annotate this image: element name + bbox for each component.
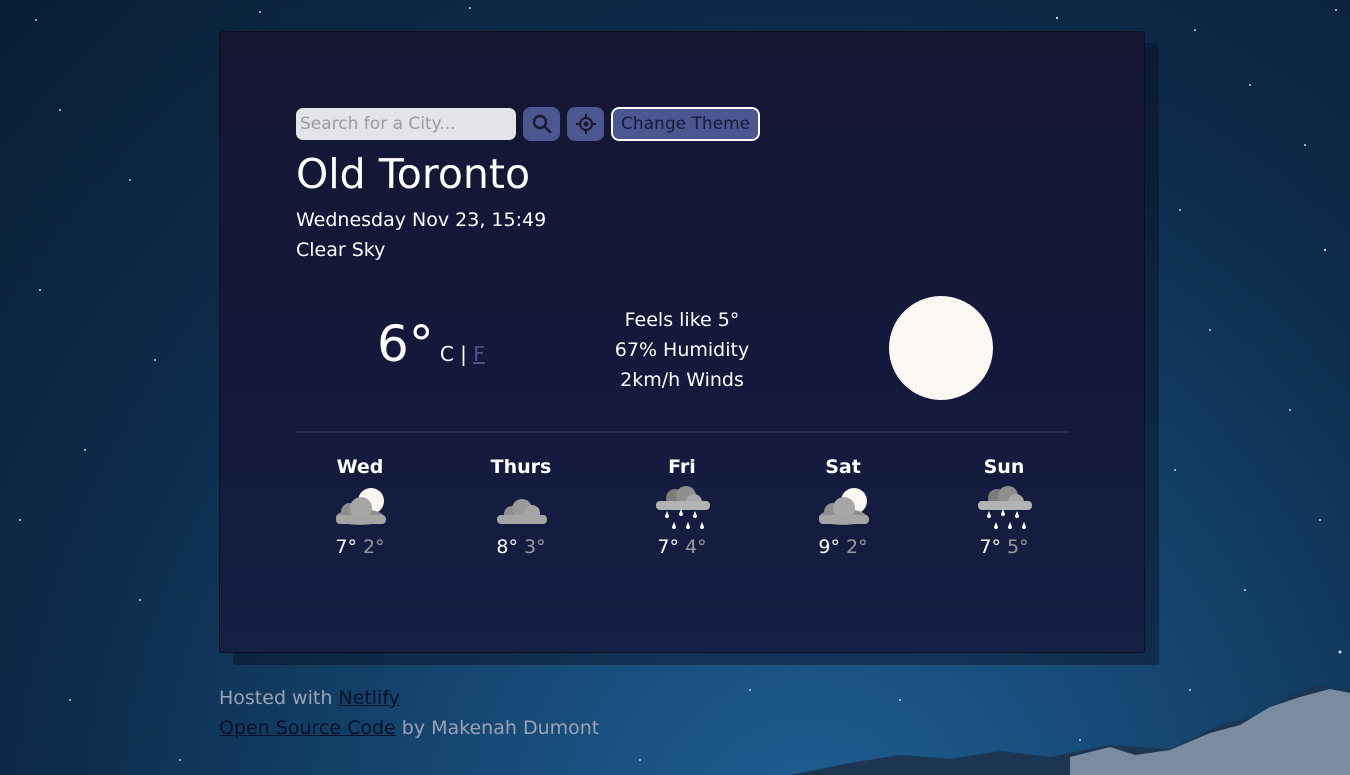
forecast-day-name: Fri: [668, 456, 696, 478]
forecast-day-name: Sun: [983, 456, 1025, 478]
forecast-high: 7°: [657, 536, 679, 558]
forecast-high: 8°: [496, 536, 518, 558]
hosted-line: Hosted with Netlify: [219, 683, 599, 713]
rain-cloud-icon: [656, 486, 710, 529]
temperature-value: 6°: [377, 315, 434, 373]
forecast-temps: 8° 3°: [441, 536, 601, 558]
weather-description: Clear Sky: [296, 239, 386, 261]
weather-card: Change Theme Old Toronto Wednesday Nov 2…: [219, 31, 1145, 653]
humidity-text: 67% Humidity: [614, 339, 750, 361]
search-icon: [532, 114, 551, 134]
wind-text: 2km/h Winds: [620, 369, 744, 391]
change-theme-button[interactable]: Change Theme: [609, 106, 762, 142]
forecast-low: 4°: [685, 536, 707, 558]
mountain-range-background: [790, 685, 1350, 775]
open-source-code-link[interactable]: Open Source Code: [219, 717, 396, 739]
forecast-day: Sat 9° 2°: [763, 456, 923, 558]
forecast-temps: 7° 5°: [924, 536, 1084, 558]
current-temperature: 6° C | F: [377, 315, 485, 373]
clear-day-sun-icon: [889, 296, 993, 400]
forecast-high: 9°: [818, 536, 840, 558]
forecast-low: 2°: [363, 536, 385, 558]
forecast-temps: 7° 2°: [280, 536, 440, 558]
forecast-low: 5°: [1007, 536, 1029, 558]
author-credit: by Makenah Dumont: [401, 717, 600, 739]
forecast-day-name: Thurs: [490, 456, 552, 478]
search-bar: Change Theme: [296, 106, 762, 142]
unit-separator: |: [460, 342, 467, 366]
forecast-day: Thurs 8° 3°: [441, 456, 601, 558]
forecast-high: 7°: [335, 536, 357, 558]
forecast-high: 7°: [979, 536, 1001, 558]
page-footer: Hosted with Netlify Open Source Code by …: [219, 683, 599, 743]
fahrenheit-link[interactable]: F: [473, 342, 485, 366]
city-name: Old Toronto: [296, 150, 531, 198]
forecast-list: Wed 7° 2° Thurs 8° 3° Fri 7° 4° Sat 9° 2…: [280, 456, 1084, 558]
forecast-low: 2°: [846, 536, 868, 558]
forecast-day-name: Sat: [825, 456, 861, 478]
hosted-prefix: Hosted with: [219, 687, 333, 709]
unit-toggle: C | F: [440, 342, 485, 366]
city-search-input[interactable]: [296, 108, 516, 140]
current-location-button[interactable]: [567, 107, 604, 141]
divider: [296, 431, 1068, 433]
feels-like-text: Feels like 5°: [624, 309, 740, 331]
location-crosshair-icon: [575, 114, 596, 134]
rain-cloud-icon: [978, 486, 1032, 529]
forecast-day-name: Wed: [336, 456, 384, 478]
source-line: Open Source Code by Makenah Dumont: [219, 713, 599, 743]
current-datetime: Wednesday Nov 23, 15:49: [296, 209, 547, 231]
forecast-day: Fri 7° 4°: [602, 456, 762, 558]
netlify-link[interactable]: Netlify: [338, 687, 400, 709]
partly-cloudy-sun-icon: [819, 488, 869, 525]
forecast-day: Sun 7° 5°: [924, 456, 1084, 558]
partly-cloudy-sun-icon: [336, 488, 386, 525]
cloud-icon: [497, 499, 547, 524]
forecast-temps: 9° 2°: [763, 536, 923, 558]
search-button[interactable]: [523, 107, 560, 141]
forecast-low: 3°: [524, 536, 546, 558]
forecast-temps: 7° 4°: [602, 536, 762, 558]
forecast-day: Wed 7° 2°: [280, 456, 440, 558]
weather-details: Feels like 5° 67% Humidity 2km/h Winds: [580, 305, 784, 395]
celsius-link[interactable]: C: [440, 342, 454, 366]
